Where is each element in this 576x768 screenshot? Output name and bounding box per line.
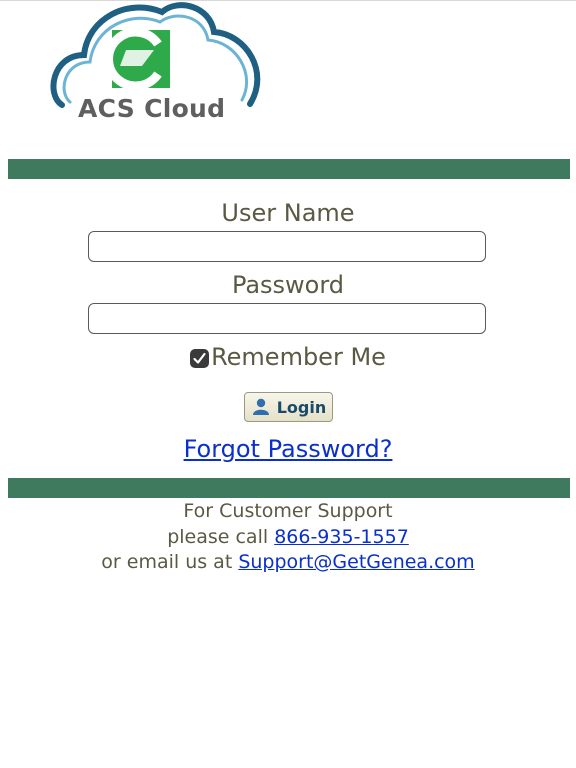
remember-me-checkbox[interactable] bbox=[190, 348, 210, 368]
forgot-password-link[interactable]: Forgot Password? bbox=[184, 435, 393, 463]
support-line-2: please call 866-935-1557 bbox=[0, 525, 576, 551]
remember-me-label: Remember Me bbox=[211, 343, 386, 371]
forgot-password-row: Forgot Password? bbox=[0, 435, 576, 463]
login-button-label: Login bbox=[276, 397, 327, 417]
support-line-3: or email us at Support@GetGenea.com bbox=[0, 550, 576, 576]
checkmark-icon bbox=[193, 352, 206, 364]
logo-text: ACS Cloud bbox=[78, 94, 226, 123]
support-info: For Customer Support please call 866-935… bbox=[0, 499, 576, 576]
support-email-link[interactable]: Support@GetGenea.com bbox=[238, 551, 474, 573]
footer-band bbox=[8, 478, 570, 498]
username-label: User Name bbox=[221, 199, 355, 227]
support-phone-link[interactable]: 866-935-1557 bbox=[274, 526, 409, 548]
remember-me-row[interactable]: Remember Me bbox=[0, 343, 576, 371]
header-band bbox=[8, 159, 570, 179]
support-line-1: For Customer Support bbox=[183, 500, 393, 522]
support-email-text: or email us at bbox=[101, 551, 239, 573]
password-input[interactable] bbox=[88, 303, 486, 334]
support-call-text: please call bbox=[167, 525, 275, 548]
login-button[interactable]: Login bbox=[244, 392, 333, 422]
password-label: Password bbox=[231, 271, 345, 299]
user-icon bbox=[251, 398, 271, 416]
username-input[interactable] bbox=[88, 231, 486, 262]
acs-cloud-logo: ACS Cloud bbox=[50, 0, 265, 130]
